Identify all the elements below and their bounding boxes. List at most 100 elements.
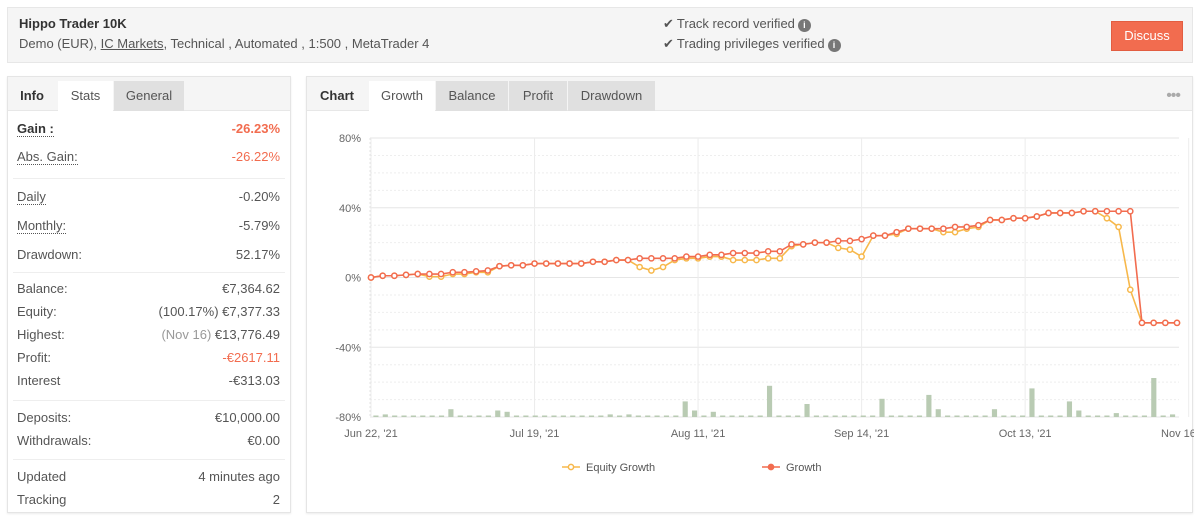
growth-point xyxy=(846,237,854,245)
growth-point xyxy=(823,239,830,246)
x-tick-label: Oct 13, '21 xyxy=(999,428,1052,440)
volume-bar xyxy=(982,415,988,417)
stat-label[interactable]: Daily xyxy=(17,189,46,205)
volume-bar xyxy=(467,415,473,417)
growth-point xyxy=(601,258,608,266)
volume-bar xyxy=(1104,415,1110,417)
volume-bar xyxy=(654,415,660,417)
volume-bar xyxy=(1151,378,1157,417)
equity-growth-point xyxy=(636,263,644,271)
tab-stats[interactable]: Stats xyxy=(58,81,113,111)
volume-bar xyxy=(410,415,416,417)
volume-bar xyxy=(785,415,791,417)
highest-amount: €13,776.49 xyxy=(214,327,280,342)
volume-bar xyxy=(832,415,838,417)
tab-info[interactable]: Info xyxy=(8,81,56,111)
info-icon[interactable]: i xyxy=(797,19,811,32)
equity-amount: €7,377.33 xyxy=(222,304,280,319)
growth-point xyxy=(636,254,644,262)
volume-bar xyxy=(991,409,998,417)
tab-profit[interactable]: Profit xyxy=(509,81,567,111)
equity-growth-line xyxy=(370,210,1177,324)
stat-value: -€313.03 xyxy=(228,373,280,388)
stat-value: 4 minutes ago xyxy=(198,469,280,484)
volume-bar xyxy=(738,415,745,417)
volume-bar xyxy=(485,415,491,417)
growth-point xyxy=(1045,209,1052,217)
account-type: Demo (EUR), xyxy=(19,36,98,51)
volume-bar xyxy=(841,415,848,417)
legend-marker xyxy=(567,463,575,471)
growth-point xyxy=(729,249,737,257)
stat-label[interactable]: Gain : xyxy=(17,121,54,137)
volume-bar xyxy=(1048,415,1054,417)
volume-bar xyxy=(748,415,754,417)
volume-bar xyxy=(1076,410,1082,417)
stat-value: -26.23% xyxy=(231,121,280,136)
volume-bar xyxy=(926,394,932,417)
growth-line xyxy=(370,210,1177,324)
tab-general[interactable]: General xyxy=(114,81,184,111)
tab-chart[interactable]: Chart xyxy=(307,81,367,111)
equity-growth-point xyxy=(1115,223,1122,231)
trading-privileges-verified: ✔ Trading privileges verified i xyxy=(663,36,841,52)
volume-bar xyxy=(766,385,773,417)
growth-point xyxy=(1150,319,1157,327)
growth-point xyxy=(776,247,784,255)
volume-bar xyxy=(476,415,482,417)
growth-point xyxy=(1033,213,1041,220)
volume-bar xyxy=(1113,413,1119,417)
growth-point xyxy=(484,267,492,274)
volume-bar xyxy=(963,415,969,417)
equity-growth-point xyxy=(951,228,959,236)
growth-point xyxy=(858,235,865,243)
growth-point xyxy=(741,249,749,257)
track-record-verified: ✔ Track record verified i xyxy=(663,16,811,32)
equity-growth-point xyxy=(647,267,655,274)
growth-point xyxy=(367,274,375,281)
growth-point xyxy=(940,225,947,233)
info-icon[interactable]: i xyxy=(827,39,841,52)
x-tick-label: Jul 19, '21 xyxy=(510,428,560,440)
volume-bar xyxy=(495,410,501,417)
volume-bar xyxy=(879,398,885,417)
growth-point xyxy=(869,232,877,240)
volume-bar xyxy=(645,415,651,417)
growth-point xyxy=(554,260,562,267)
growth-point xyxy=(647,254,655,262)
volume-bar xyxy=(1160,415,1166,417)
volume-bar xyxy=(1038,415,1044,417)
tab-growth[interactable]: Growth xyxy=(369,81,435,111)
growth-point xyxy=(718,251,725,259)
equity-growth-point xyxy=(659,263,667,271)
more-horizontal-icon[interactable]: ••• xyxy=(1166,87,1181,105)
discuss-button[interactable]: Discuss xyxy=(1111,21,1183,51)
volume-bar xyxy=(532,415,538,417)
growth-point xyxy=(811,239,819,246)
volume-bar xyxy=(420,415,426,417)
stat-label: Equity: xyxy=(17,304,57,319)
growth-point xyxy=(437,270,445,278)
stat-label[interactable]: Abs. Gain: xyxy=(17,149,78,165)
stat-label[interactable]: Monthly: xyxy=(17,218,67,234)
volume-bar xyxy=(673,415,679,417)
volume-bar xyxy=(710,411,716,417)
tab-drawdown[interactable]: Drawdown xyxy=(568,81,655,111)
broker-link[interactable]: IC Markets xyxy=(101,36,164,51)
equity-growth-point xyxy=(834,244,842,252)
stat-value: -€2617.11 xyxy=(222,350,280,365)
volume-bar xyxy=(916,415,923,417)
volume-bar xyxy=(429,415,435,417)
chart-tabbar: Chart Growth Balance Profit Drawdown ••• xyxy=(307,77,1192,111)
growth-point xyxy=(472,268,480,275)
volume-bar xyxy=(1001,415,1007,417)
volume-bar xyxy=(523,415,529,417)
volume-bar xyxy=(542,415,548,417)
growth-point xyxy=(986,216,994,224)
volume-bar xyxy=(851,415,857,417)
growth-point xyxy=(449,268,457,276)
tab-balance[interactable]: Balance xyxy=(436,81,508,111)
equity-growth-point xyxy=(764,254,772,262)
stat-label: Interest xyxy=(17,373,61,388)
growth-point xyxy=(624,256,632,264)
